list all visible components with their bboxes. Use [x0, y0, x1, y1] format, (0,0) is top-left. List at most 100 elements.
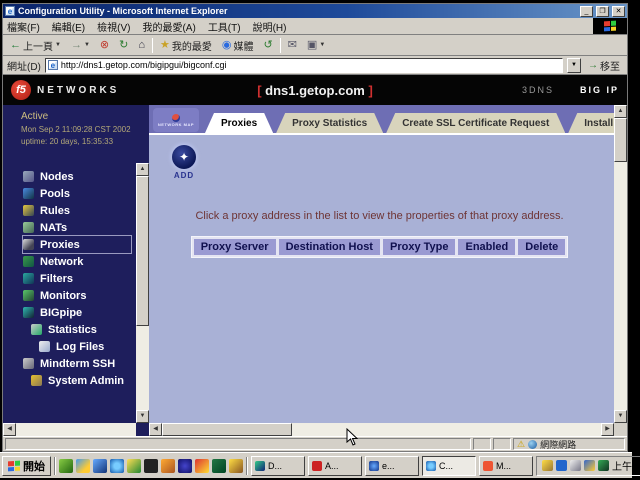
tab-create-ssl-certificate-request[interactable]: Create SSL Certificate Request — [386, 113, 565, 133]
menu-favorites[interactable]: 我的最愛(A) — [142, 19, 195, 34]
back-dropdown-icon[interactable]: ▼ — [55, 42, 61, 48]
quick-launch-icon-4[interactable] — [110, 459, 124, 473]
tray-icon-2[interactable] — [556, 460, 567, 471]
stop-button[interactable]: ⊗ — [97, 39, 112, 52]
task-button-5[interactable]: M... — [479, 456, 533, 476]
scroll-up-icon[interactable]: ▲ — [136, 163, 149, 176]
column-header-destination-host[interactable]: Destination Host — [279, 239, 380, 255]
column-header-delete[interactable]: Delete — [518, 239, 565, 255]
tray-icon-1[interactable] — [542, 460, 553, 471]
column-header-enabled[interactable]: Enabled — [458, 239, 515, 255]
sidebar-item-label: Proxies — [40, 239, 80, 251]
sidebar-item-filters[interactable]: Filters — [23, 270, 131, 287]
back-icon: ← — [10, 40, 21, 51]
task-button-2[interactable]: A... — [308, 456, 362, 476]
nodes-icon — [23, 171, 34, 182]
task-button-4-active[interactable]: C... — [422, 456, 476, 476]
menu-file[interactable]: 檔案(F) — [7, 19, 40, 34]
menu-help[interactable]: 說明(H) — [253, 19, 287, 34]
toolbar-separator — [280, 38, 281, 53]
address-dropdown-icon[interactable]: ▼ — [567, 58, 581, 73]
toolbar: ← 上一頁 ▼ → ▼ ⊗ ↻ ⌂ ★ 我的最愛 ◉ — [3, 35, 627, 56]
tab-proxy-statistics[interactable]: Proxy Statistics — [276, 113, 383, 133]
add-button[interactable]: ✦ ADD — [169, 145, 199, 180]
menu-view[interactable]: 檢視(V) — [97, 19, 130, 34]
sidebar-item-rules[interactable]: Rules — [23, 202, 131, 219]
quick-launch-icon-7[interactable] — [161, 459, 175, 473]
tray-icon-4[interactable] — [584, 460, 595, 471]
refresh-button[interactable]: ↻ — [116, 39, 131, 52]
title-bar[interactable]: e Configuration Utility - Microsoft Inte… — [3, 4, 627, 18]
sidebar-item-log-files[interactable]: Log Files — [23, 338, 131, 355]
quick-launch-icon-3[interactable] — [93, 459, 107, 473]
print-button[interactable]: ▣ ▼ — [304, 39, 328, 52]
close-button[interactable]: ✕ — [612, 6, 625, 17]
sidebar-item-network[interactable]: Network — [23, 253, 131, 270]
quick-launch-icon-11[interactable] — [229, 459, 243, 473]
history-button[interactable]: ↺ — [260, 39, 275, 52]
sidebar-item-label: BIGpipe — [40, 307, 82, 319]
scroll-down-icon[interactable]: ▼ — [614, 410, 627, 423]
sidebar-item-bigpipe[interactable]: BIGpipe — [23, 304, 131, 321]
restore-button[interactable]: ❐ — [596, 6, 609, 17]
scroll-left-icon[interactable]: ◀ — [3, 423, 16, 436]
quick-launch-icon-8[interactable] — [178, 459, 192, 473]
sidebar-item-mindterm-ssh[interactable]: Mindterm SSH — [23, 355, 131, 372]
add-plus-icon[interactable]: ✦ — [172, 145, 196, 169]
nav-bigip[interactable]: BIG IP — [580, 85, 619, 95]
tab-install-ssl-certificate[interactable]: Install SSL Certif — [568, 113, 614, 133]
nav-3dns[interactable]: 3DNS — [522, 85, 554, 95]
scrollbar-thumb[interactable] — [136, 176, 149, 326]
quick-launch-icon-5[interactable] — [127, 459, 141, 473]
column-header-proxy-server[interactable]: Proxy Server — [194, 239, 276, 255]
bigpipe-icon — [23, 307, 34, 318]
sidebar-horizontal-scrollbar[interactable]: ◀ — [3, 423, 136, 436]
quick-launch-icon-2[interactable] — [76, 459, 90, 473]
favorites-button[interactable]: ★ 我的最愛 — [157, 37, 215, 54]
menu-tools[interactable]: 工具(T) — [208, 19, 241, 34]
scrollbar-thumb[interactable] — [162, 423, 292, 436]
mail-button[interactable]: ✉ — [285, 39, 300, 52]
scroll-right-icon[interactable]: ▶ — [601, 423, 614, 436]
home-button[interactable]: ⌂ — [135, 39, 148, 52]
main-horizontal-scrollbar[interactable]: ◀ ▶ — [149, 423, 614, 436]
monitors-icon — [23, 290, 34, 301]
go-button[interactable]: → 移至 — [585, 58, 623, 73]
task-button-1[interactable]: D... — [251, 456, 305, 476]
sidebar-item-statistics[interactable]: Statistics — [23, 321, 131, 338]
network-map-button[interactable]: NETWORK MAP — [153, 108, 199, 132]
sidebar-item-system-admin[interactable]: System Admin — [23, 372, 131, 389]
address-input[interactable]: e http://dns1.getop.com/bigipgui/bigconf… — [45, 58, 563, 73]
main-vertical-scrollbar[interactable]: ▲ ▼ — [614, 105, 627, 423]
sidebar-item-proxies[interactable]: Proxies — [23, 236, 131, 253]
tray-icon-5[interactable] — [598, 460, 609, 471]
quick-launch-icon-1[interactable] — [59, 459, 73, 473]
task-button-3[interactable]: e... — [365, 456, 419, 476]
quick-launch-icon-9[interactable] — [195, 459, 209, 473]
forward-dropdown-icon[interactable]: ▼ — [84, 42, 90, 48]
mouse-cursor — [346, 428, 358, 446]
forward-button[interactable]: → ▼ — [68, 39, 93, 52]
print-dropdown-icon[interactable]: ▼ — [319, 42, 325, 48]
start-button[interactable]: 開始 — [2, 456, 51, 476]
taskbar: 開始 D... A... — [0, 452, 632, 478]
sidebar-item-nats[interactable]: NATs — [23, 219, 131, 236]
back-button[interactable]: ← 上一頁 ▼ — [7, 37, 64, 54]
sidebar-vertical-scrollbar[interactable]: ▲ ▼ — [136, 163, 149, 423]
minimize-button[interactable]: _ — [580, 6, 593, 17]
quick-launch-icon-6[interactable] — [144, 459, 158, 473]
tab-proxies[interactable]: Proxies — [205, 113, 273, 133]
sidebar-item-nodes[interactable]: Nodes — [23, 168, 131, 185]
media-button[interactable]: ◉ 媒體 — [219, 37, 257, 54]
scroll-left-icon[interactable]: ◀ — [149, 423, 162, 436]
menu-edit[interactable]: 編輯(E) — [52, 19, 85, 34]
quick-launch-icon-10[interactable] — [212, 459, 226, 473]
scroll-down-icon[interactable]: ▼ — [136, 410, 149, 423]
sidebar-nav: Nodes Pools Rules NATs — [3, 168, 149, 389]
sidebar-item-monitors[interactable]: Monitors — [23, 287, 131, 304]
sidebar-item-pools[interactable]: Pools — [23, 185, 131, 202]
column-header-proxy-type[interactable]: Proxy Type — [383, 239, 456, 255]
scrollbar-thumb[interactable] — [614, 118, 627, 162]
scroll-up-icon[interactable]: ▲ — [614, 105, 627, 118]
tray-icon-3[interactable] — [570, 460, 581, 471]
